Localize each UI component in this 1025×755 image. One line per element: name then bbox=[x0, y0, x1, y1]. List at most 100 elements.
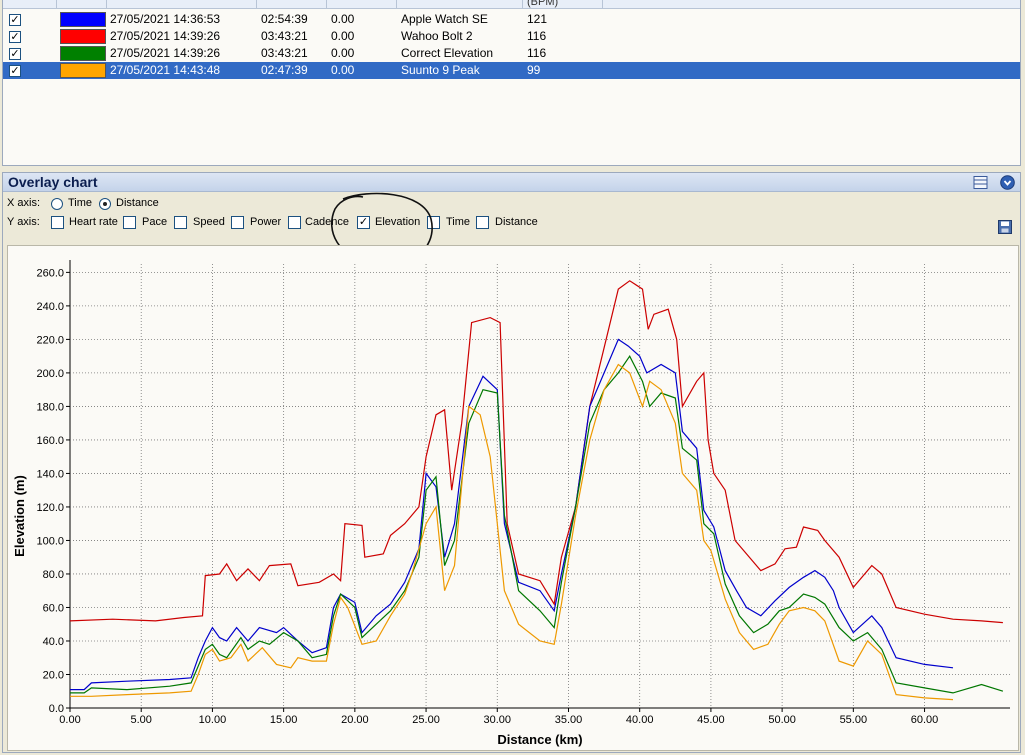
device-name: Correct Elevation bbox=[401, 46, 494, 60]
table-row-selected[interactable]: ✓ 27/05/2021 14:43:48 02:47:39 0.00 Suun… bbox=[3, 62, 1020, 79]
x-axis-label: X axis: bbox=[7, 197, 41, 209]
x-tick-label: 35.00 bbox=[555, 714, 583, 726]
elevation-chart: 0.020.040.060.080.0100.0120.0140.0160.01… bbox=[12, 260, 1010, 747]
x-tick-label: 5.00 bbox=[131, 714, 152, 726]
col-check[interactable] bbox=[3, 0, 57, 8]
list-header: (BPM) bbox=[3, 0, 1020, 9]
x-tick-label: 0.00 bbox=[59, 714, 80, 726]
avg-hr: 116 bbox=[527, 46, 547, 60]
checkbox-speed-label: Speed bbox=[193, 216, 225, 228]
y-tick-label: 20.0 bbox=[43, 669, 64, 681]
device-name: Suunto 9 Peak bbox=[401, 63, 480, 77]
activity-list: (BPM) ✓ 27/05/2021 14:36:53 02:54:39 0.0… bbox=[2, 0, 1021, 166]
col-start[interactable] bbox=[107, 0, 257, 8]
checkbox-distance[interactable] bbox=[476, 216, 489, 229]
radio-time-label: Time bbox=[68, 197, 93, 209]
start-time: 27/05/2021 14:36:53 bbox=[110, 12, 221, 26]
row-checkbox[interactable]: ✓ bbox=[9, 48, 21, 60]
series-line-0 bbox=[69, 280, 1003, 624]
checkbox-pace[interactable] bbox=[123, 216, 136, 229]
avg-hr: 116 bbox=[527, 29, 547, 43]
chart-ticks: 0.020.040.060.080.0100.0120.0140.0160.01… bbox=[36, 267, 938, 726]
device-name: Apple Watch SE bbox=[401, 12, 488, 26]
y-tick-label: 180.0 bbox=[36, 401, 64, 413]
y-tick-label: 200.0 bbox=[36, 368, 64, 380]
row-checkbox[interactable]: ✓ bbox=[9, 14, 21, 26]
chart-titlebar: Overlay chart bbox=[3, 173, 1020, 192]
duration: 02:47:39 bbox=[261, 63, 308, 77]
y-axis-label: Y axis: bbox=[7, 216, 40, 228]
color-swatch[interactable] bbox=[60, 29, 106, 44]
layout-icon[interactable] bbox=[973, 175, 988, 190]
value: 0.00 bbox=[331, 63, 355, 77]
y-tick-label: 220.0 bbox=[36, 334, 64, 346]
series-line-1 bbox=[70, 338, 954, 691]
chart-series bbox=[69, 280, 1004, 701]
x-tick-label: 20.00 bbox=[341, 714, 369, 726]
checkbox-time-label: Time bbox=[446, 216, 471, 228]
y-tick-label: 240.0 bbox=[36, 301, 64, 313]
radio-time[interactable] bbox=[51, 198, 63, 210]
col-color[interactable] bbox=[57, 0, 107, 8]
color-swatch[interactable] bbox=[60, 63, 106, 78]
value: 0.00 bbox=[331, 29, 355, 43]
save-icon[interactable] bbox=[997, 219, 1013, 235]
radio-distance-label: Distance bbox=[116, 197, 159, 209]
start-time: 27/05/2021 14:39:26 bbox=[110, 29, 221, 43]
checkbox-cadence[interactable] bbox=[288, 216, 301, 229]
x-axis-title: Distance (km) bbox=[497, 732, 582, 747]
checkbox-pace-label: Pace bbox=[142, 216, 168, 228]
table-row[interactable]: ✓ 27/05/2021 14:36:53 02:54:39 0.00 Appl… bbox=[3, 11, 1020, 28]
overlay-chart-panel: Overlay chart X axis: Time Distance Y ax… bbox=[2, 172, 1021, 753]
chart-plot-area: 0.0 20.0 40.0 60.0 80.0 100.0 120.0 140.0 160.0 1… bbox=[7, 245, 1019, 751]
dropdown-circle-icon[interactable] bbox=[1000, 175, 1015, 190]
col-duration[interactable] bbox=[257, 0, 327, 8]
avg-hr: 99 bbox=[527, 63, 541, 77]
x-tick-label: 10.00 bbox=[199, 714, 227, 726]
col-value[interactable] bbox=[327, 0, 397, 8]
checkbox-distance-label: Distance bbox=[495, 216, 538, 228]
panel-title: Overlay chart bbox=[8, 174, 98, 190]
color-swatch[interactable] bbox=[60, 12, 106, 27]
y-axis-title: Elevation (m) bbox=[12, 475, 27, 557]
y-tick-label: 80.0 bbox=[43, 569, 64, 581]
table-row[interactable]: ✓ 27/05/2021 14:39:26 03:43:21 0.00 Corr… bbox=[3, 45, 1020, 62]
x-tick-label: 45.00 bbox=[697, 714, 725, 726]
value: 0.00 bbox=[331, 46, 355, 60]
y-tick-label: 160.0 bbox=[36, 435, 64, 447]
avg-hr: 121 bbox=[527, 12, 548, 26]
duration: 03:43:21 bbox=[261, 29, 308, 43]
table-row[interactable]: ✓ 27/05/2021 14:39:26 03:43:21 0.00 Waho… bbox=[3, 28, 1020, 45]
col-device[interactable] bbox=[397, 0, 523, 8]
checkbox-power-label: Power bbox=[250, 216, 282, 228]
y-tick-label: 140.0 bbox=[36, 468, 64, 480]
hr-header-label: (BPM) bbox=[527, 0, 559, 8]
checkbox-heart-rate[interactable] bbox=[51, 216, 64, 229]
value: 0.00 bbox=[331, 12, 355, 26]
x-tick-label: 60.00 bbox=[911, 714, 939, 726]
x-tick-label: 15.00 bbox=[270, 714, 298, 726]
checkbox-speed[interactable] bbox=[174, 216, 187, 229]
y-tick-label: 120.0 bbox=[36, 502, 64, 514]
series-line-3 bbox=[70, 363, 954, 701]
row-checkbox[interactable]: ✓ bbox=[9, 65, 21, 77]
col-hr[interactable]: (BPM) bbox=[523, 0, 603, 8]
duration: 03:43:21 bbox=[261, 46, 308, 60]
row-checkbox[interactable]: ✓ bbox=[9, 31, 21, 43]
y-tick-label: 60.0 bbox=[43, 602, 64, 614]
checkbox-power[interactable] bbox=[231, 216, 244, 229]
x-tick-label: 40.00 bbox=[626, 714, 654, 726]
device-name: Wahoo Bolt 2 bbox=[401, 29, 473, 43]
y-tick-label: 260.0 bbox=[36, 267, 64, 279]
x-tick-label: 50.00 bbox=[768, 714, 796, 726]
y-tick-label: 100.0 bbox=[36, 535, 64, 547]
start-time: 27/05/2021 14:39:26 bbox=[110, 46, 221, 60]
y-axis-options: Y axis: Heart rate Pace Speed Power Cade… bbox=[7, 214, 607, 230]
y-tick-label: 40.0 bbox=[43, 636, 64, 648]
duration: 02:54:39 bbox=[261, 12, 308, 26]
checkbox-heart-rate-label: Heart rate bbox=[69, 216, 118, 228]
radio-distance[interactable] bbox=[99, 198, 111, 210]
x-tick-label: 30.00 bbox=[484, 714, 512, 726]
x-tick-label: 25.00 bbox=[412, 714, 440, 726]
color-swatch[interactable] bbox=[60, 46, 106, 61]
